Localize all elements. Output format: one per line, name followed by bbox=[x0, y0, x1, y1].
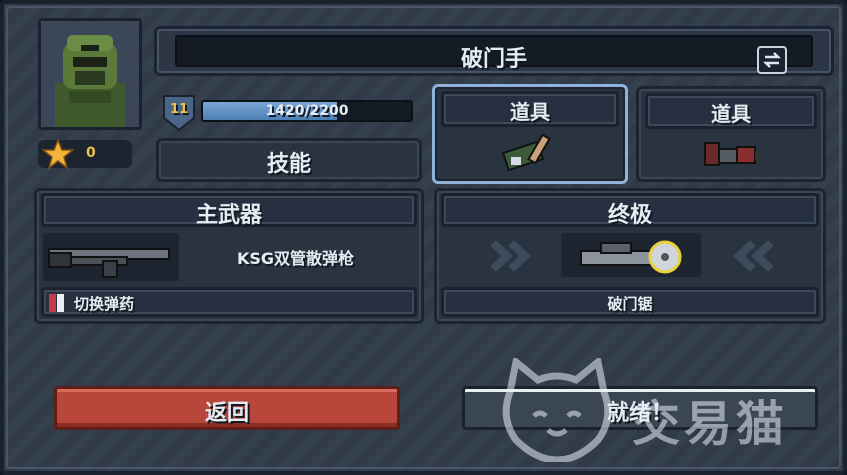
item-slot-1-label: 道具 bbox=[510, 100, 550, 124]
back-button[interactable]: 返回 bbox=[54, 386, 400, 430]
swap-icon bbox=[762, 52, 782, 68]
item-slot-1[interactable]: 道具 bbox=[432, 84, 628, 184]
hammer-icon bbox=[501, 133, 551, 172]
xp-text: 1420/2200 bbox=[265, 103, 349, 119]
level-number: 11 bbox=[169, 102, 189, 117]
skill-button[interactable]: 技能 bbox=[156, 138, 422, 182]
back-button-label: 返回 bbox=[204, 401, 249, 426]
watermark-text: 交易猫 bbox=[632, 396, 789, 452]
shotgun-icon bbox=[48, 248, 170, 278]
character-title-bar: 破门手 bbox=[154, 26, 834, 76]
ultimate-header: 终极 bbox=[607, 203, 652, 228]
loadout-window: 0 破门手 11 1420/2200 技能 道具 道具 主武器 KSG双管散弹枪… bbox=[0, 0, 847, 475]
saw-icon bbox=[580, 240, 682, 274]
star-count: 0 bbox=[86, 145, 96, 161]
xp-progress-bar: 1420/2200 bbox=[201, 100, 413, 122]
swap-character-button[interactable] bbox=[757, 46, 787, 74]
cat-logo-icon bbox=[502, 358, 612, 462]
ammo-switch-label: 切换弹药 bbox=[74, 295, 135, 313]
ammo-icon bbox=[49, 294, 64, 312]
ultimate-name: 破门锯 bbox=[607, 295, 653, 313]
primary-weapon-name: KSG双管散弹枪 bbox=[237, 249, 355, 268]
star-counter: 0 bbox=[38, 138, 132, 170]
character-avatar[interactable] bbox=[38, 18, 142, 130]
weapon-image-box bbox=[43, 233, 179, 281]
item-slot-2-label: 道具 bbox=[711, 102, 751, 126]
chevron-left-icon bbox=[733, 240, 774, 272]
item-slot-2[interactable]: 道具 bbox=[636, 86, 826, 182]
soldier-portrait-icon bbox=[41, 21, 139, 127]
skill-label: 技能 bbox=[266, 152, 311, 177]
character-name: 破门手 bbox=[460, 47, 527, 72]
ammo-switch-button[interactable]: 切换弹药 bbox=[41, 287, 417, 317]
primary-weapon-panel[interactable]: 主武器 KSG双管散弹枪 切换弹药 bbox=[34, 188, 424, 324]
primary-weapon-header: 主武器 bbox=[195, 203, 262, 228]
grenade-icon bbox=[704, 142, 761, 166]
ultimate-panel[interactable]: 终极 破门锯 bbox=[434, 188, 826, 324]
chevron-right-icon bbox=[490, 240, 531, 272]
star-icon bbox=[42, 138, 74, 170]
ultimate-image-box bbox=[561, 233, 701, 277]
